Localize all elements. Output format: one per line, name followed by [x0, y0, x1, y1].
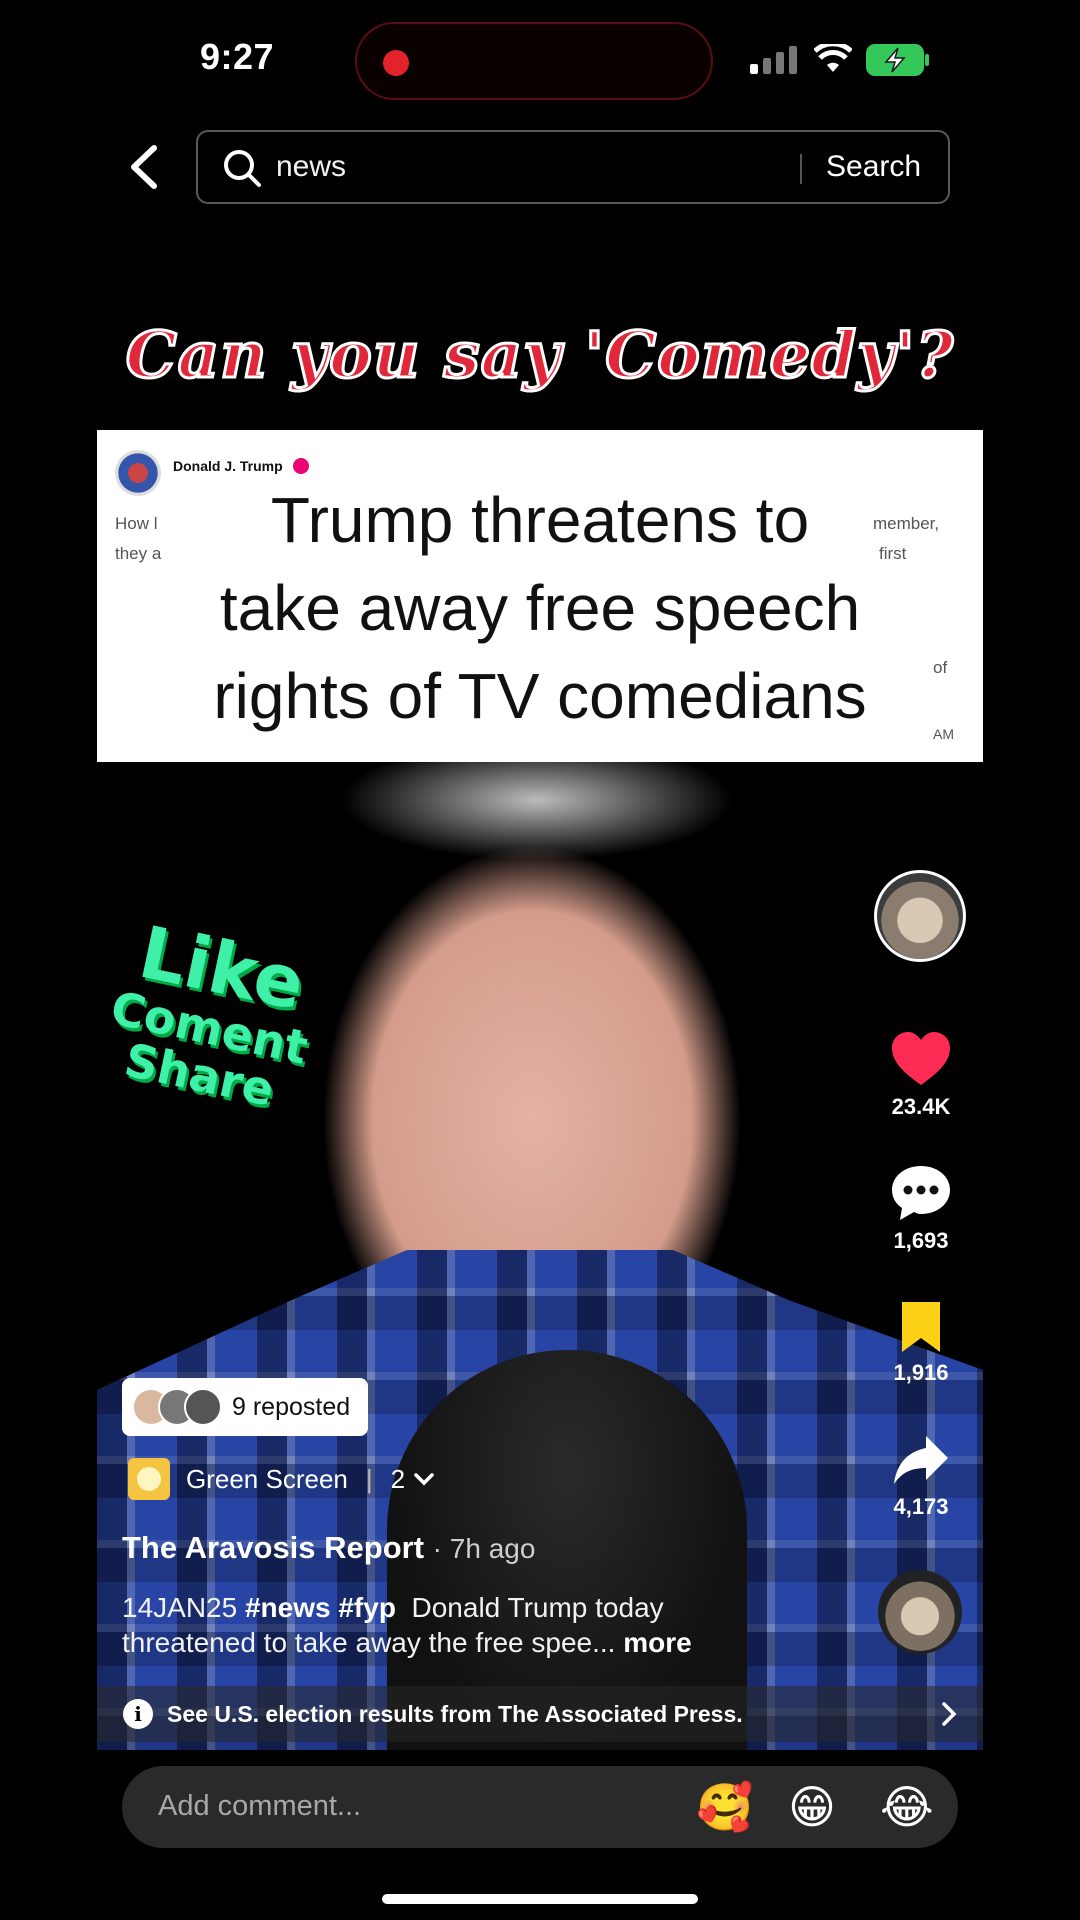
author-name[interactable]: The Aravosis Report — [122, 1530, 424, 1565]
bookmark-icon — [902, 1302, 940, 1352]
search-button[interactable]: Search — [826, 150, 921, 184]
effect-name: Green Screen — [186, 1463, 348, 1494]
search-divider — [800, 154, 802, 184]
comment-count: 1,693 — [893, 1228, 949, 1253]
video-caption[interactable]: 14JAN25 #news #fyp Donald Trump today th… — [122, 1590, 762, 1660]
share-button[interactable]: 4,173 — [866, 1434, 976, 1520]
repost-avatar — [184, 1388, 222, 1426]
wifi-icon — [814, 44, 852, 72]
election-results-banner[interactable]: i See U.S. election results from The Ass… — [97, 1686, 983, 1742]
search-bar[interactable]: news Search — [196, 130, 950, 204]
repost-chip[interactable]: 9 reposted — [122, 1378, 369, 1436]
heart-icon — [892, 1032, 950, 1085]
effect-tag[interactable]: Green Screen | 2 — [128, 1458, 435, 1500]
caption-more-button[interactable]: more — [623, 1627, 691, 1658]
creator-avatar[interactable] — [874, 870, 966, 962]
emoji-smiling-hearts-button[interactable]: 🥰 — [696, 1782, 753, 1832]
verified-badge-icon — [293, 458, 309, 474]
comment-bar[interactable]: Add comment... 🥰 😁 😂 — [122, 1766, 958, 1848]
cellular-signal-icon — [750, 46, 797, 74]
post-time: 7h ago — [449, 1533, 536, 1564]
video-title-overlay: Can you say 'Comedy'? — [124, 317, 955, 395]
hashtag-link[interactable]: #news — [245, 1592, 331, 1623]
chevron-right-icon — [942, 1702, 957, 1726]
back-button[interactable] — [122, 142, 168, 192]
music-disc[interactable] — [878, 1570, 962, 1654]
add-comment-input[interactable]: Add comment... — [158, 1790, 361, 1823]
green-screen-effect-icon — [128, 1458, 170, 1500]
bookmark-count: 1,916 — [893, 1360, 949, 1385]
chevron-down-icon — [414, 1473, 434, 1486]
effect-count: 2 — [390, 1463, 406, 1494]
status-time: 9:27 — [200, 36, 275, 77]
hashtag-link[interactable]: #fyp — [338, 1592, 396, 1623]
emoji-grin-button[interactable]: 😁 — [788, 1782, 836, 1832]
emoji-laughing-button[interactable]: 😂 — [880, 1782, 934, 1832]
share-arrow-icon — [894, 1436, 948, 1484]
headline-line: Trump threatens to — [270, 484, 810, 556]
author-row[interactable]: The Aravosis Report · 7h ago — [122, 1530, 535, 1566]
dynamic-island — [355, 22, 713, 100]
caption-date: 14JAN25 — [122, 1592, 238, 1623]
home-indicator[interactable] — [382, 1894, 698, 1904]
search-icon — [224, 150, 261, 187]
banner-text: See U.S. election results from The Assoc… — [167, 1700, 743, 1727]
share-count: 4,173 — [893, 1494, 949, 1519]
video-headline: Trump threatens to take away free speech… — [97, 476, 983, 740]
tweet-author: Donald J. Trump — [173, 458, 283, 474]
comment-button[interactable]: 1,693 — [866, 1164, 976, 1254]
repost-label: 9 reposted — [232, 1392, 351, 1421]
bookmark-button[interactable]: 1,916 — [866, 1300, 976, 1386]
comment-bubble-icon — [892, 1166, 950, 1220]
like-count: 23.4K — [891, 1094, 951, 1119]
headline-line: take away free speech — [219, 572, 861, 644]
recording-indicator-icon — [383, 50, 409, 76]
info-icon: i — [123, 1699, 153, 1729]
search-input[interactable]: news — [276, 150, 346, 184]
headline-line: rights of TV comedians — [213, 660, 867, 732]
tweet-screenshot: Donald J. Trump How l they a member, fir… — [97, 430, 983, 762]
like-button[interactable]: 23.4K — [866, 1030, 976, 1120]
effect-separator: | — [365, 1463, 373, 1494]
battery-charging-icon — [866, 44, 929, 76]
